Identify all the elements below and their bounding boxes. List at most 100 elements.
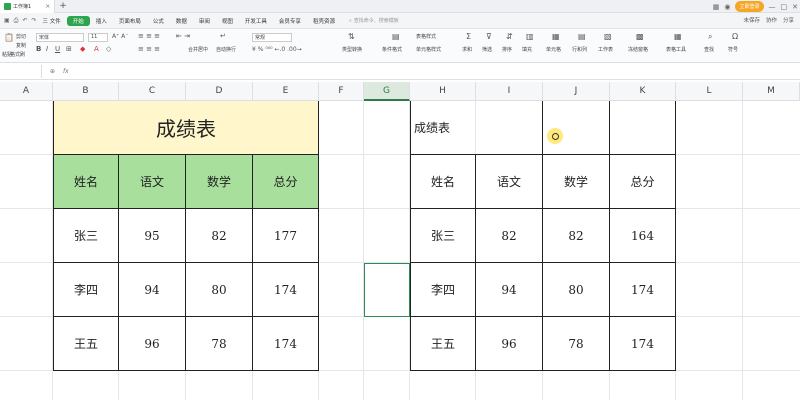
row-col-button[interactable]: 行和列 [572,46,587,53]
table2-cell[interactable]: 174 [610,317,676,371]
table2-header-cell[interactable]: 语文 [476,155,543,209]
table1-cell[interactable]: 177 [253,209,319,263]
table2-cell[interactable]: 78 [543,317,610,371]
cell-icon[interactable]: ▦ [552,32,560,41]
menu-tab-4[interactable]: 公式 [147,13,170,29]
command-search[interactable]: ⌕ 查找命令、搜索模板 [349,16,429,26]
sort-button[interactable]: 排序 [502,46,512,53]
column-header-I[interactable]: I [476,82,543,101]
wrap-icon[interactable]: ↵ [220,32,226,41]
active-cell-selection[interactable] [364,263,410,317]
table2-cell[interactable]: 94 [476,263,543,317]
table1-cell[interactable]: 95 [119,209,186,263]
column-header-C[interactable]: C [119,82,186,101]
table2-cell[interactable]: 82 [476,209,543,263]
save-icon[interactable]: ▣ [4,17,10,25]
font-size-select[interactable]: 11 [88,33,108,42]
avatar-icon[interactable]: ◉ [724,3,730,11]
merge-center-button[interactable]: 合并居中 [188,46,208,53]
fill-icon[interactable]: ▥ [526,32,534,41]
freeze-button[interactable]: 冻结窗格 [628,46,648,53]
table1-title[interactable]: 成绩表 [53,101,319,155]
fx-icon[interactable]: fx [63,68,69,75]
border-icon[interactable]: ⊞ [66,45,72,54]
column-header-F[interactable]: F [319,82,364,101]
font-color-icon[interactable]: A [94,45,99,54]
table1-cell[interactable]: 80 [186,263,253,317]
sum-button[interactable]: 求和 [462,46,472,53]
menu-tab-0[interactable]: 三 文件 [37,13,67,29]
new-tab-button[interactable]: + [59,0,67,13]
find-icon[interactable]: ⌕ [708,32,712,41]
maximize-button[interactable]: □ [781,3,788,11]
zoom-formula-icon[interactable]: ⊕ [50,68,55,75]
font-grow-icon[interactable]: A⁺ A⁻ [112,32,128,41]
sort-icon[interactable]: ⇵ [506,32,513,41]
table2-cell[interactable]: 王五 [410,317,476,371]
collaborate-button[interactable]: 协作 [766,16,777,24]
table2-header-cell[interactable]: 姓名 [410,155,476,209]
cond-format-button[interactable]: 条件格式 [382,46,402,53]
number-format-select[interactable]: 常规 [252,33,292,42]
print-icon[interactable]: ⎙ [14,17,19,25]
formula-input[interactable] [75,65,800,78]
underline-icon[interactable]: U [55,45,60,54]
table1-cell[interactable]: 174 [253,317,319,371]
table1-cell[interactable]: 96 [119,317,186,371]
table1-cell[interactable]: 李四 [53,263,119,317]
column-header-K[interactable]: K [610,82,676,101]
close-tab-icon[interactable]: × [45,3,50,10]
cut-button[interactable]: 剪切 [16,33,26,40]
column-header-G[interactable]: G [364,82,410,101]
table2-cell[interactable]: 164 [610,209,676,263]
menu-tab-8[interactable]: 开发工具 [239,13,273,29]
table2-cell[interactable]: 张三 [410,209,476,263]
table2-title-empty-cell[interactable] [610,101,676,155]
align-top-icon[interactable]: ≡ ≡ ≡ [138,32,160,41]
table1-cell[interactable]: 王五 [53,317,119,371]
table1-cell[interactable]: 张三 [53,209,119,263]
table2-cell[interactable]: 174 [610,263,676,317]
cond-format-icon[interactable]: ▤ [392,32,400,41]
login-button[interactable]: 立即登录 [735,1,764,12]
table2-title[interactable]: 成绩表 [410,101,476,155]
filter-button[interactable]: 筛选 [482,46,492,53]
paste-icon[interactable]: 📋 [4,33,14,42]
table2-cell[interactable]: 李四 [410,263,476,317]
format-painter-button[interactable]: 格式刷 [10,51,25,58]
symbol-icon[interactable]: Ω [732,32,738,41]
share-button[interactable]: 分享 [783,16,794,24]
column-header-A[interactable]: A [0,82,53,101]
table-tools-button[interactable]: 表格工具 [666,46,686,53]
table1-header-cell[interactable]: 语文 [119,155,186,209]
table-style-button[interactable]: 表格样式 [416,33,436,40]
align-left-icon[interactable]: ≡ ≡ ≡ [138,45,160,54]
menu-tab-5[interactable]: 数据 [170,13,193,29]
table2-cell[interactable]: 96 [476,317,543,371]
menu-tab-6[interactable]: 审阅 [193,13,216,29]
currency-icon[interactable]: ¥ % ⁰⁰⁰ ←.0 .00→ [252,45,302,54]
clear-format-icon[interactable]: ◇ [106,45,111,54]
filter-icon[interactable]: ⊽ [486,32,492,41]
table1-header-cell[interactable]: 姓名 [53,155,119,209]
column-header-D[interactable]: D [186,82,253,101]
find-button[interactable]: 查找 [704,46,714,53]
column-header-B[interactable]: B [53,82,119,101]
freeze-icon[interactable]: ▩ [636,32,644,41]
font-name-select[interactable]: 宋体 [36,33,84,42]
worksheet-button[interactable]: 工作表 [598,46,613,53]
table1-cell[interactable]: 78 [186,317,253,371]
table1-header-cell[interactable]: 数学 [186,155,253,209]
cell-style-button[interactable]: 单元格样式 [416,46,441,53]
column-header-J[interactable]: J [543,82,610,101]
table2-cell[interactable]: 80 [543,263,610,317]
sum-icon[interactable]: Σ [466,32,471,41]
column-header-L[interactable]: L [676,82,743,101]
fill-button[interactable]: 填充 [522,46,532,53]
grid-icon[interactable]: ▦ [713,3,720,11]
wrap-text-button[interactable]: 自动换行 [216,46,236,53]
table2-header-cell[interactable]: 数学 [543,155,610,209]
menu-tab-10[interactable]: 稻壳资源 [307,13,341,29]
table-tools-icon[interactable]: ▦ [674,32,682,41]
menu-tab-2[interactable]: 插入 [90,13,113,29]
